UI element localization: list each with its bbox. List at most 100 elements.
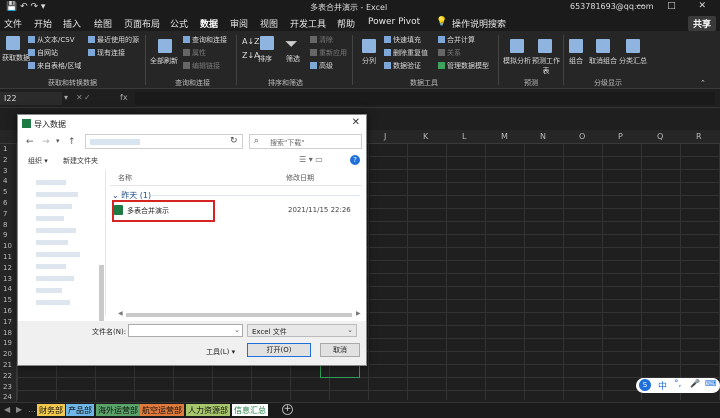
- prev-sheet-icon[interactable]: ◀: [4, 405, 10, 414]
- view-options-icon[interactable]: ☰ ▾ ▭: [299, 155, 323, 164]
- clear-filter-button[interactable]: 清除: [310, 35, 333, 45]
- column-header[interactable]: L: [462, 132, 466, 141]
- search-input[interactable]: ⌕ 搜索"下载": [249, 134, 362, 149]
- from-web-button[interactable]: 自网站: [28, 48, 58, 58]
- row-header[interactable]: 19: [3, 339, 12, 347]
- what-if-analysis-button[interactable]: 模拟分析: [503, 56, 531, 66]
- tell-me-search[interactable]: 操作说明搜索: [452, 17, 506, 30]
- formula-bar-enter-icon[interactable]: ✓: [84, 93, 91, 102]
- recent-locations-icon[interactable]: ▾: [56, 137, 60, 145]
- row-header[interactable]: 16: [3, 307, 12, 315]
- row-header[interactable]: 18: [3, 329, 12, 337]
- refresh-all-button[interactable]: 全部刷新: [150, 56, 178, 66]
- from-table-button[interactable]: 来自表格/区域: [28, 61, 81, 71]
- name-box[interactable]: I22: [0, 92, 62, 105]
- sheet-tab-finance[interactable]: 财务部: [37, 404, 65, 416]
- sheet-tab-summary[interactable]: 信息汇总: [232, 404, 268, 416]
- organize-button[interactable]: 组织 ▾: [28, 156, 48, 166]
- ime-keyboard-icon[interactable]: ⌨: [705, 379, 717, 388]
- share-button[interactable]: 共享: [687, 16, 716, 31]
- column-header[interactable]: Q: [657, 132, 663, 141]
- nav-item[interactable]: [36, 180, 66, 185]
- horizontal-scrollbar[interactable]: ◀ ▶: [118, 310, 362, 318]
- refresh-icon[interactable]: ↻: [230, 136, 238, 146]
- row-header[interactable]: 6: [3, 199, 7, 207]
- filter-button[interactable]: 筛选: [286, 54, 300, 64]
- tab-formulas[interactable]: 公式: [170, 17, 188, 30]
- recent-sources-button[interactable]: 最近使用的源: [88, 35, 139, 45]
- row-header[interactable]: 4: [3, 177, 7, 185]
- column-header[interactable]: K: [423, 132, 428, 141]
- close-icon[interactable]: ✕: [352, 117, 360, 128]
- remove-duplicates-button[interactable]: 删除重复值: [384, 48, 428, 58]
- sort-za-icon[interactable]: Z↓A: [242, 51, 260, 60]
- sheet-tab-product[interactable]: 产品部: [66, 404, 94, 416]
- row-header[interactable]: 15: [3, 296, 12, 304]
- get-data-button[interactable]: 获取数据: [2, 53, 30, 63]
- more-sheets-icon[interactable]: …: [28, 405, 36, 414]
- column-header[interactable]: R: [696, 132, 702, 141]
- reapply-button[interactable]: 重新应用: [310, 48, 347, 58]
- file-type-dropdown-icon[interactable]: ⌄: [347, 326, 353, 334]
- ime-chinese-toggle[interactable]: 中: [658, 379, 667, 392]
- file-type-select[interactable]: Excel 文件 ⌄: [247, 324, 357, 337]
- tab-developer[interactable]: 开发工具: [290, 17, 326, 30]
- next-sheet-icon[interactable]: ▶: [16, 405, 22, 414]
- row-header[interactable]: 13: [3, 275, 12, 283]
- forward-icon[interactable]: →: [42, 137, 50, 147]
- name-box-dropdown-icon[interactable]: ▾: [64, 93, 68, 102]
- row-header[interactable]: 10: [3, 242, 12, 250]
- collapse-ribbon-icon[interactable]: ⌃: [700, 79, 706, 87]
- queries-connections-button[interactable]: 查询和连接: [183, 35, 227, 45]
- sort-az-icon[interactable]: A↓Z: [242, 37, 260, 46]
- column-header[interactable]: M: [501, 132, 508, 141]
- tab-home[interactable]: 开始: [34, 17, 52, 30]
- tab-help[interactable]: 帮助: [337, 17, 355, 30]
- address-bar[interactable]: [85, 134, 243, 149]
- selected-cell[interactable]: [320, 365, 360, 378]
- sheet-tab-aviation-ops[interactable]: 航空运营部: [140, 404, 184, 416]
- navigation-pane[interactable]: [20, 170, 106, 335]
- group-button[interactable]: 组合: [569, 56, 583, 66]
- nav-item[interactable]: [36, 288, 62, 293]
- scroll-right-icon[interactable]: ▶: [356, 310, 361, 317]
- row-header[interactable]: 23: [3, 383, 12, 391]
- row-header[interactable]: 8: [3, 221, 7, 229]
- sheet-tab-overseas-ops[interactable]: 海外运营部: [96, 404, 140, 416]
- nav-item[interactable]: [36, 300, 70, 305]
- nav-item[interactable]: [36, 228, 76, 233]
- tab-insert[interactable]: 插入: [63, 17, 81, 30]
- row-header[interactable]: 1: [3, 145, 7, 153]
- row-header[interactable]: 3: [3, 167, 7, 175]
- column-header-name[interactable]: 名称: [118, 173, 132, 183]
- sort-button[interactable]: 排序: [258, 54, 272, 64]
- forecast-sheet-button[interactable]: 预测工作表: [532, 56, 560, 76]
- nav-item[interactable]: [36, 216, 64, 221]
- cancel-button[interactable]: 取消: [320, 343, 360, 357]
- existing-connections-button[interactable]: 现有连接: [88, 48, 125, 58]
- advanced-filter-button[interactable]: 高级: [310, 61, 333, 71]
- ime-logo-icon[interactable]: S: [639, 379, 651, 391]
- column-header-date[interactable]: 修改日期: [286, 173, 314, 183]
- quick-access-toolbar[interactable]: 💾 ↶ ↷ ▾: [6, 2, 45, 12]
- tab-file[interactable]: 文件: [4, 17, 22, 30]
- column-header[interactable]: P: [618, 132, 623, 141]
- relationships-button[interactable]: 关系: [438, 48, 461, 58]
- row-header[interactable]: 11: [3, 253, 12, 261]
- row-header[interactable]: 17: [3, 318, 12, 326]
- nav-item[interactable]: [36, 240, 68, 245]
- nav-item[interactable]: [36, 204, 72, 209]
- scrollbar-thumb[interactable]: [126, 313, 352, 317]
- column-header[interactable]: N: [540, 132, 546, 141]
- tab-draw[interactable]: 绘图: [94, 17, 112, 30]
- help-icon[interactable]: ?: [350, 155, 360, 165]
- open-button[interactable]: 打开(O): [247, 343, 311, 357]
- row-header[interactable]: 21: [3, 361, 12, 369]
- column-header[interactable]: J: [384, 132, 386, 141]
- add-sheet-icon[interactable]: +: [282, 404, 293, 415]
- window-controls[interactable]: — □ ✕: [635, 1, 716, 11]
- nav-item[interactable]: [36, 264, 66, 269]
- text-to-columns-button[interactable]: 分列: [362, 56, 376, 66]
- up-icon[interactable]: ↑: [68, 137, 76, 147]
- nav-item[interactable]: [36, 252, 80, 257]
